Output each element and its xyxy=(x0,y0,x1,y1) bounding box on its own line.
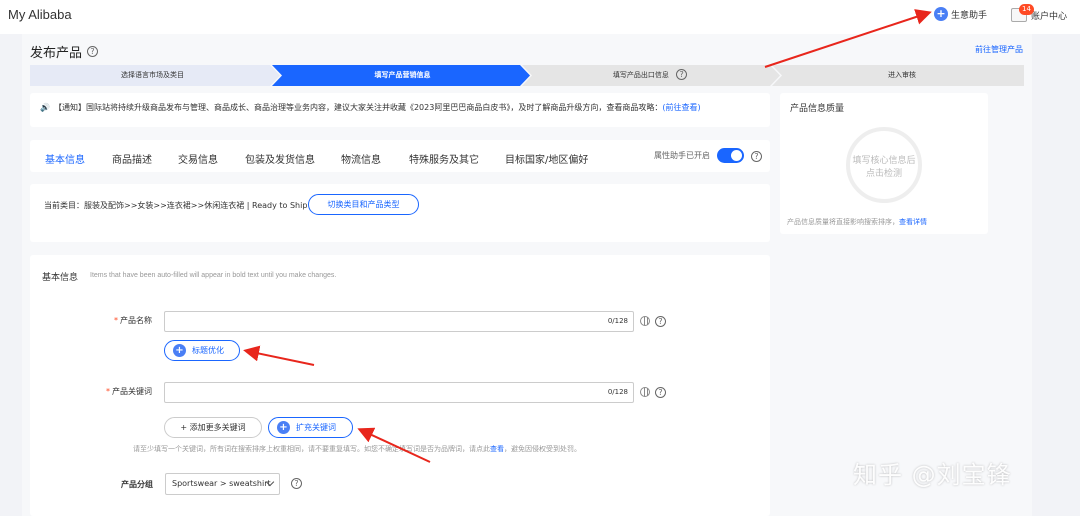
speaker-icon: 🔊 xyxy=(40,103,50,112)
category-card: 当前类目：服装及配饰>>女装>>连衣裙>>休闲连衣裙 | Ready to Sh… xyxy=(30,184,770,242)
quality-circle-line1: 填写核心信息后 xyxy=(852,156,916,166)
plus-icon: + xyxy=(173,344,186,357)
keyword-tip-link[interactable]: 查看 xyxy=(490,445,504,453)
product-name-help-icon[interactable]: ? xyxy=(655,316,666,327)
step-1: 选择语言市场及类目 xyxy=(121,71,184,79)
tab-packaging[interactable]: 包装及发货信息 xyxy=(245,151,315,166)
title-optimize-button[interactable]: + 标题优化 xyxy=(164,340,240,361)
quality-details-link[interactable]: 查看详情 xyxy=(899,218,927,226)
keyword-counter: 0/128 xyxy=(607,388,628,396)
notice-text: 【通知】国际站将持续升级商品发布与管理、商品成长、商品治理等业务内容，建议大家关… xyxy=(53,103,663,112)
attr-helper-label: 属性助手已开启 xyxy=(654,151,710,160)
page-title: 发布产品 ? xyxy=(30,42,99,61)
quality-note: 产品信息质量将直接影响搜索排序，查看详情 xyxy=(787,217,927,227)
notification-badge: 14 xyxy=(1019,4,1034,15)
quality-title: 产品信息质量 xyxy=(790,104,845,114)
current-category: 当前类目：服装及配饰>>女装>>连衣裙>>休闲连衣裙 | Ready to Sh… xyxy=(44,201,308,210)
tab-special-services[interactable]: 特殊服务及其它 xyxy=(409,151,479,166)
tab-trade-info[interactable]: 交易信息 xyxy=(178,151,218,166)
keyword-help-icon[interactable]: ? xyxy=(655,387,666,398)
step-3-help-icon[interactable]: ? xyxy=(676,69,688,80)
tab-target-regions[interactable]: 目标国家/地区偏好 xyxy=(505,151,588,166)
title-optimize-label: 标题优化 xyxy=(192,346,224,355)
assistant-label: 生意助手 xyxy=(951,10,988,21)
tab-description[interactable]: 商品描述 xyxy=(112,151,152,166)
plus-icon: + xyxy=(934,7,948,21)
top-bar: My Alibaba + 生意助手 账户中心 14 xyxy=(0,0,1080,34)
group-help-icon[interactable]: ? xyxy=(291,478,302,489)
quality-card: 产品信息质量 填写核心信息后 点击检测 产品信息质量将直接影响搜索排序，查看详情 xyxy=(780,93,988,234)
product-name-counter: 0/128 xyxy=(607,317,628,325)
product-name-label-text: 产品名称 xyxy=(120,316,152,325)
watermark: 知乎 @刘宝锋 xyxy=(853,461,1012,489)
form-hint: Items that have been auto-filled will ap… xyxy=(90,272,337,279)
switch-category-button[interactable]: 切换类目和产品类型 xyxy=(308,194,419,215)
step-3-label: 填写产品出口信息 xyxy=(612,71,669,79)
keyword-input[interactable]: 0/128 xyxy=(164,382,634,403)
progress-steps: 选择语言市场及类目 填写产品营销信息 填写产品出口信息 ? 进入审核 xyxy=(30,65,1024,86)
plus-icon: + xyxy=(277,421,290,434)
notice-bar: 🔊 【通知】国际站将持续升级商品发布与管理、商品成长、商品治理等业务内容，建议大家… xyxy=(30,93,770,127)
step-2: 填写产品营销信息 xyxy=(374,71,431,79)
tab-basic-info[interactable]: 基本信息 xyxy=(45,151,85,166)
attr-helper-help-icon[interactable]: ? xyxy=(751,151,762,162)
quality-note-text: 产品信息质量将直接影响搜索排序， xyxy=(787,218,899,226)
group-label: 产品分组 xyxy=(121,480,153,489)
brand-logo[interactable]: My Alibaba xyxy=(8,7,72,22)
form-title: 基本信息 xyxy=(42,273,79,283)
account-label: 账户中心 xyxy=(1031,11,1068,22)
step-3: 填写产品出口信息 ? xyxy=(525,65,775,86)
globe-icon[interactable] xyxy=(640,387,650,397)
keyword-tip-tail: ，避免因侵权受到处罚。 xyxy=(504,445,581,453)
expand-keyword-label: 扩充关键词 xyxy=(296,423,336,432)
group-select[interactable]: Sportswear > sweatshirt xyxy=(165,473,280,495)
group-select-value: Sportswear > sweatshirt xyxy=(172,479,271,488)
product-name-label: * 产品名称 xyxy=(114,315,152,326)
section-tabs: 基本信息 商品描述 交易信息 包装及发货信息 物流信息 特殊服务及其它 目标国家… xyxy=(30,140,770,172)
page-title-text: 发布产品 xyxy=(30,46,83,61)
quality-circle-line2: 点击检测 xyxy=(865,169,902,179)
globe-icon[interactable] xyxy=(640,316,650,326)
assistant-link[interactable]: + 生意助手 xyxy=(934,7,987,21)
keyword-tip-text: 请至少填写一个关键词，所有词在搜索排序上权重相同，请不要重复填写。如您不确定填写… xyxy=(133,445,490,453)
notice-link[interactable]: (前往查看) xyxy=(662,103,700,112)
add-keyword-button[interactable]: + 添加更多关键词 xyxy=(164,417,262,438)
tab-logistics[interactable]: 物流信息 xyxy=(341,151,381,166)
expand-keyword-button[interactable]: + 扩充关键词 xyxy=(268,417,353,438)
keyword-label: * 产品关键词 xyxy=(106,386,152,397)
product-name-input[interactable]: 0/128 xyxy=(164,311,634,332)
quality-check-circle[interactable]: 填写核心信息后 点击检测 xyxy=(846,127,922,203)
keyword-label-text: 产品关键词 xyxy=(112,387,152,396)
keyword-tip: 请至少填写一个关键词，所有词在搜索排序上权重相同，请不要重复填写。如您不确定填写… xyxy=(133,444,581,454)
help-icon[interactable]: ? xyxy=(87,46,99,57)
attr-helper-toggle[interactable] xyxy=(717,148,744,163)
manage-products-link[interactable]: 前往管理产品 xyxy=(975,44,1023,55)
step-4: 进入审核 xyxy=(888,71,916,79)
required-mark: * xyxy=(106,387,110,396)
required-mark: * xyxy=(114,316,118,325)
